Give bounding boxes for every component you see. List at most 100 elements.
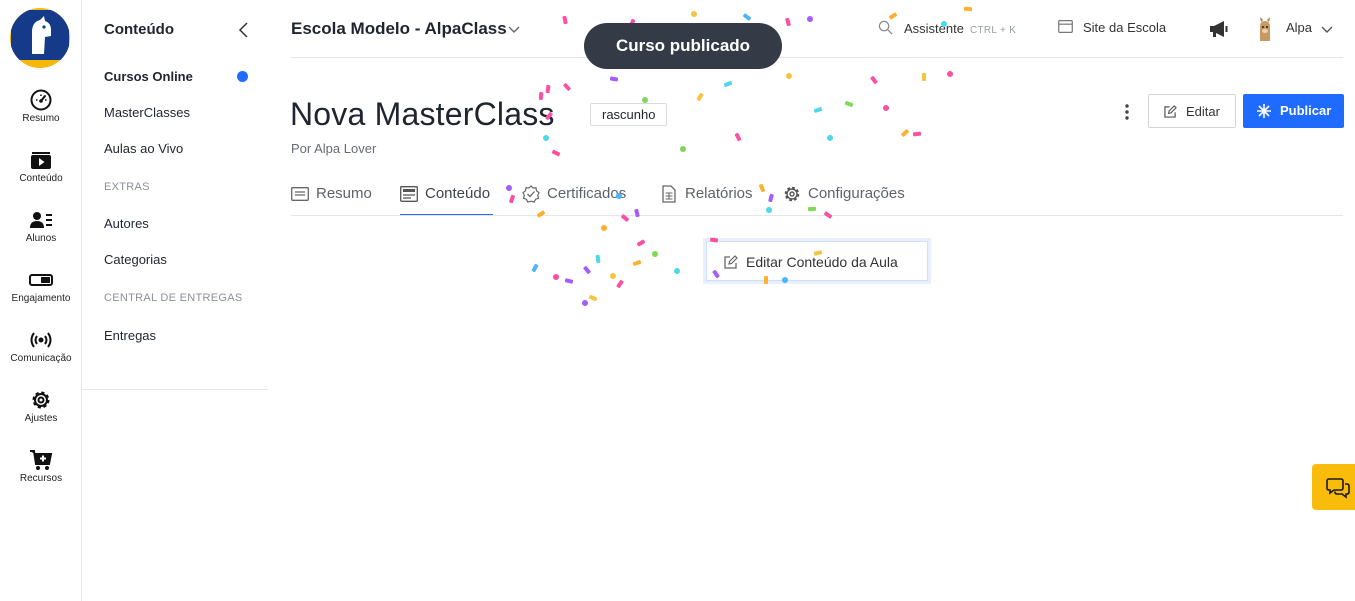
sidebar-item-aulas-ao-vivo[interactable]: Aulas ao Vivo	[104, 141, 183, 156]
confetti-piece	[785, 17, 791, 27]
rail-label: Conteúdo	[19, 173, 63, 184]
tab-relatorios[interactable]: Relatórios	[660, 184, 760, 216]
school-site-link[interactable]: Site da Escola	[1058, 20, 1166, 35]
confetti-piece	[888, 12, 898, 20]
toggle-icon	[29, 274, 53, 286]
confetti-piece	[563, 83, 571, 91]
edit-button[interactable]: Editar	[1148, 94, 1236, 128]
confetti-piece	[691, 11, 697, 17]
assistant-button[interactable]: Assistente CTRL + K	[878, 20, 1016, 36]
tab-label: Relatórios	[685, 185, 753, 202]
sidebar-item-masterclasses[interactable]: MasterClasses	[104, 105, 190, 120]
rail-item-engajamento[interactable]: Engajamento	[0, 268, 82, 304]
assistant-label: Assistente	[904, 21, 964, 36]
status-badge: rascunho	[590, 103, 668, 126]
sidebar-item-cursos-online[interactable]: Cursos Online	[104, 69, 193, 84]
edit-icon	[724, 255, 738, 269]
confetti-piece	[553, 274, 559, 280]
rail-label: Engajamento	[11, 293, 71, 304]
support-chat-button[interactable]	[1312, 464, 1355, 510]
rail-label: Comunicação	[10, 353, 72, 364]
users-icon	[30, 212, 52, 228]
broadcast-icon	[30, 332, 52, 348]
user-name[interactable]: Alpa	[1286, 20, 1312, 35]
confetti-piece	[610, 273, 616, 279]
publish-button[interactable]: Publicar	[1243, 94, 1344, 128]
rail-item-comunicacao[interactable]: Comunicação	[0, 328, 82, 364]
page-title: Nova MasterClass	[290, 96, 555, 132]
sidebar-item-entregas[interactable]: Entregas	[104, 328, 156, 343]
confetti-piece	[582, 300, 588, 306]
content-icon	[400, 186, 418, 202]
confetti-piece	[947, 71, 953, 77]
rail-item-ajustes[interactable]: Ajustes	[0, 388, 82, 424]
confetti-piece	[652, 251, 658, 257]
header-divider	[291, 57, 1343, 58]
rail-item-resumo[interactable]: Resumo	[0, 88, 82, 124]
confetti-piece	[813, 107, 823, 113]
megaphone-icon[interactable]	[1208, 19, 1230, 39]
confetti-piece	[766, 207, 773, 213]
chevron-left-icon[interactable]	[234, 20, 254, 40]
school-selector[interactable]: Escola Modelo - AlpaClass	[291, 19, 507, 39]
sidebar-item-categorias[interactable]: Categorias	[104, 252, 167, 267]
user-menu[interactable]	[1254, 17, 1276, 41]
sidebar-title: Conteúdo	[104, 21, 174, 38]
confetti-piece	[564, 278, 574, 284]
confetti-piece	[601, 225, 607, 231]
school-site-label: Site da Escola	[1083, 20, 1167, 35]
edit-lesson-content-button[interactable]: Editar Conteúdo da Aula	[706, 241, 928, 281]
gear-icon	[32, 391, 50, 409]
chevron-down-icon[interactable]	[507, 22, 521, 36]
confetti-piece	[674, 268, 680, 274]
confetti-piece	[545, 84, 551, 94]
confetti-piece	[583, 266, 591, 274]
settings-icon	[784, 186, 800, 202]
tab-resumo[interactable]: Resumo	[291, 184, 375, 216]
content-sidebar: Conteúdo Cursos Online MasterClasses Aul…	[82, 0, 268, 390]
confetti-piece	[632, 260, 642, 266]
summary-icon	[291, 187, 309, 201]
confetti-piece	[551, 149, 561, 157]
confetti-piece	[901, 129, 909, 137]
confetti-piece	[723, 80, 733, 88]
rail-item-conteudo[interactable]: Conteúdo	[0, 148, 82, 184]
confetti-piece	[827, 135, 833, 141]
confetti-piece	[870, 76, 878, 84]
sidebar-section-entregas: CENTRAL DE ENTREGAS	[104, 292, 243, 304]
confetti-piece	[616, 279, 624, 289]
tab-configuracoes[interactable]: Configurações	[783, 184, 918, 216]
rail-item-recursos[interactable]: Recursos	[0, 448, 82, 484]
confetti-piece	[912, 131, 922, 137]
confetti-piece	[743, 13, 751, 21]
confetti-piece	[768, 193, 774, 203]
confetti-piece	[807, 16, 813, 22]
rail-item-alunos[interactable]: Alunos	[0, 208, 82, 244]
certificate-icon	[522, 185, 540, 203]
school-logo[interactable]	[10, 8, 70, 68]
tab-certificados[interactable]: Certificados	[522, 184, 637, 216]
confetti-piece	[963, 6, 973, 12]
confetti-piece	[505, 185, 512, 191]
cart-icon	[30, 450, 53, 470]
keyboard-shortcut: CTRL + K	[969, 25, 1017, 36]
chevron-down-icon[interactable]	[1320, 22, 1334, 36]
confetti-piece	[595, 254, 601, 264]
report-icon	[662, 185, 676, 203]
rail-label: Recursos	[19, 473, 63, 484]
more-options-icon[interactable]	[1113, 96, 1141, 128]
confetti-piece	[609, 76, 619, 82]
confetti-piece	[883, 105, 889, 111]
tabs-divider	[291, 215, 1343, 216]
tab-conteudo[interactable]: Conteúdo	[400, 184, 493, 216]
dashboard-icon	[30, 89, 52, 111]
edit-icon	[1164, 105, 1177, 118]
confetti-piece	[786, 73, 792, 79]
active-indicator-dot	[237, 71, 248, 82]
edit-lesson-content-label: Editar Conteúdo da Aula	[746, 254, 898, 270]
confetti-piece	[921, 72, 927, 82]
sidebar-item-autores[interactable]: Autores	[104, 216, 149, 231]
rail-label: Ajustes	[24, 413, 58, 424]
sidebar-section-extras: EXTRAS	[104, 181, 150, 193]
publish-button-label: Publicar	[1280, 103, 1332, 118]
